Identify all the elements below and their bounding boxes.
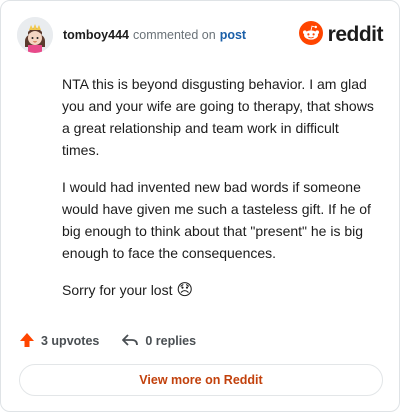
comment-paragraph-3-text: Sorry for your lost	[62, 282, 173, 298]
reddit-logo-icon	[298, 20, 323, 50]
comment-header: tomboy444 commented on post reddit	[17, 15, 384, 55]
username-link[interactable]: tomboy444	[63, 28, 129, 42]
reddit-brand[interactable]: reddit	[298, 20, 384, 50]
reply-arrow-icon	[121, 332, 139, 351]
action-text: commented on	[133, 28, 216, 42]
upvote-arrow-icon	[19, 332, 35, 351]
post-link[interactable]: post	[220, 28, 246, 42]
embedded-comment-card: tomboy444 commented on post reddit NTA t…	[0, 0, 400, 412]
comment-actions: 3 upvotes 0 replies	[19, 331, 218, 351]
comment-paragraph-3: Sorry for your lost 😞	[62, 279, 377, 302]
upvote-count: 3 upvotes	[41, 334, 100, 348]
replies-button[interactable]: 0 replies	[121, 332, 196, 351]
comment-body: NTA this is beyond disgusting behavior. …	[62, 73, 377, 317]
user-avatar-icon[interactable]	[17, 17, 53, 53]
comment-paragraph-1: NTA this is beyond disgusting behavior. …	[62, 76, 374, 158]
comment-paragraph-2: I would had invented new bad words if so…	[62, 179, 371, 261]
disappointed-face-emoji: 😞	[176, 282, 194, 299]
reddit-wordmark: reddit	[327, 23, 384, 46]
view-more-button[interactable]: View more on Reddit	[19, 364, 383, 396]
reply-count: 0 replies	[145, 334, 197, 348]
upvote-button[interactable]: 3 upvotes	[19, 332, 99, 351]
comment-meta: tomboy444 commented on post	[63, 28, 246, 42]
